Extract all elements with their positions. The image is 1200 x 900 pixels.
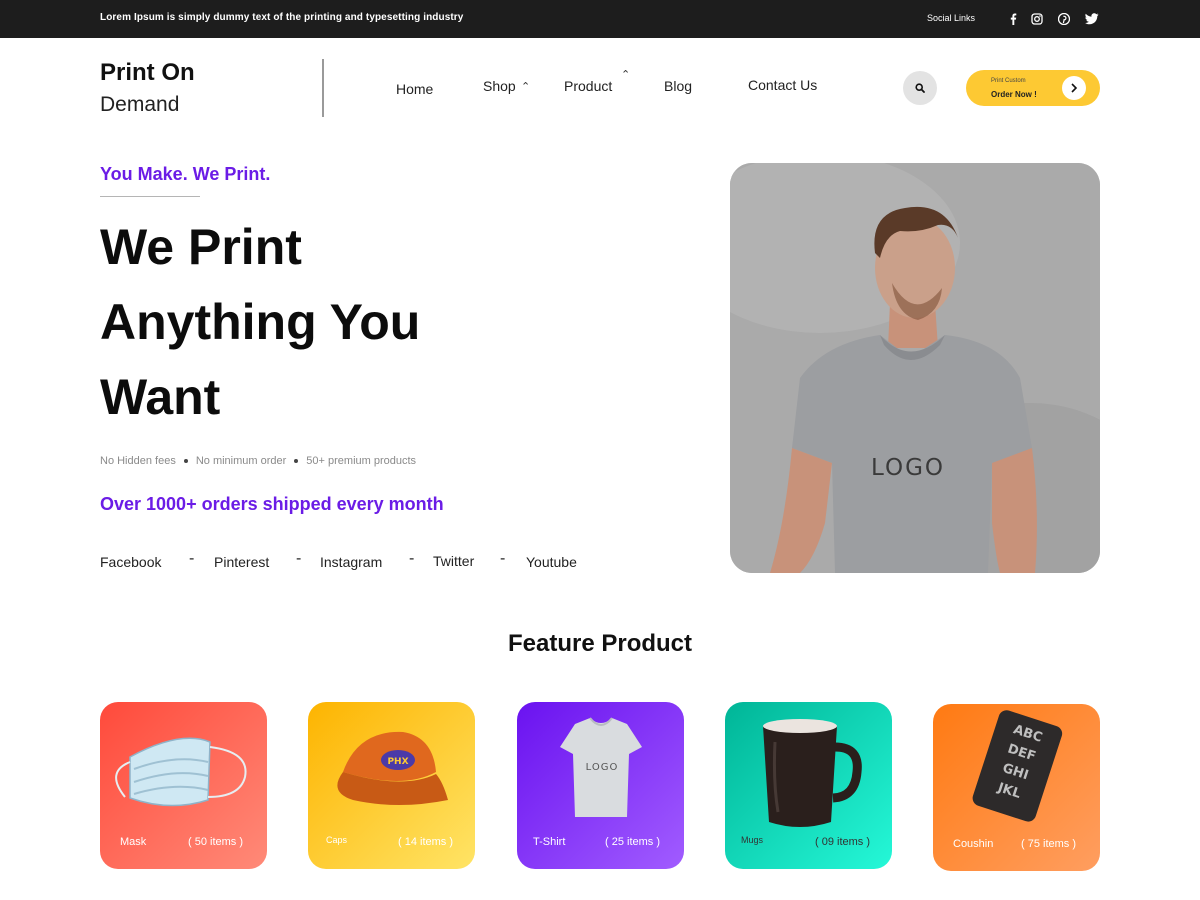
top-bar: Lorem Ipsum is simply dummy text of the … (0, 0, 1200, 38)
section-title: Feature Product (507, 630, 693, 657)
product-count: ( 14 items ) (398, 836, 454, 848)
hero-link-facebook[interactable]: Facebook (100, 554, 161, 570)
shirt-logo-text: LOGO (871, 455, 945, 481)
hero-link-pinterest[interactable]: Pinterest (214, 554, 269, 570)
link-separator: - (296, 550, 302, 567)
hero-link-instagram[interactable]: Instagram (320, 554, 382, 570)
orders-stat: Over 1000+ orders shipped every month (100, 494, 444, 514)
hero-features: No Hidden fees No minimum order 50+ prem… (100, 455, 416, 467)
search-button[interactable] (903, 71, 937, 105)
link-separator: - (500, 550, 506, 567)
bullet-dot (294, 459, 299, 463)
hero-link-youtube[interactable]: Youtube (526, 554, 577, 570)
feature-item: No minimum order (195, 455, 287, 467)
t-shirt-logo-text: LOGO (586, 762, 619, 773)
order-button-label: Order Now ! (991, 90, 1037, 99)
product-count: ( 75 items ) (1021, 838, 1077, 850)
feature-item: No Hidden fees (100, 455, 176, 467)
product-card-mugs[interactable]: Mugs ( 09 items ) (725, 702, 892, 869)
product-card-caps[interactable]: PHX Caps ( 14 items ) (308, 702, 475, 869)
product-name: Mask (120, 836, 147, 848)
product-name: Mugs (741, 835, 764, 845)
product-name: Caps (326, 835, 348, 845)
nav-blog[interactable]: Blog (664, 78, 692, 94)
social-links-label: Social Links (927, 13, 976, 23)
hero-title-line-2: Anything You (100, 294, 421, 350)
arrow-right-icon (1062, 76, 1086, 100)
feature-item: 50+ premium products (306, 455, 417, 467)
product-card-coushin[interactable]: ABC DEF GHI JKL Coushin ( 75 items ) (933, 704, 1100, 871)
hero-title-line-1: We Print (100, 219, 302, 275)
hero-model-image: LOGO (730, 163, 1100, 573)
top-bar-tagline: Lorem Ipsum is simply dummy text of the … (100, 12, 464, 23)
product-card-t-shirt[interactable]: LOGO T-Shirt ( 25 items ) (517, 702, 684, 869)
logo-line-1: Print On (100, 59, 195, 86)
search-icon (915, 83, 925, 93)
product-count: ( 25 items ) (605, 836, 661, 848)
instagram-icon[interactable] (1029, 11, 1045, 27)
kicker-underline (100, 196, 200, 197)
hero-kicker: You Make. We Print. (100, 164, 271, 184)
hero-title: We Print Anything You Want (100, 210, 620, 435)
bullet-dot (183, 459, 188, 463)
product-name: Coushin (953, 838, 994, 850)
svg-text:PHX: PHX (387, 757, 408, 767)
chevron-up-icon[interactable]: ⌃ (621, 68, 630, 81)
nav-contact-us[interactable]: Contact Us (748, 77, 817, 93)
nav-product[interactable]: Product (564, 78, 612, 94)
order-now-button[interactable]: Print Custom Order Now ! (966, 70, 1100, 106)
product-count: ( 50 items ) (188, 836, 244, 848)
header-divider (322, 59, 324, 117)
logo-line-2: Demand (100, 93, 180, 116)
pinterest-icon[interactable] (1056, 11, 1072, 27)
chevron-up-icon[interactable]: ⌃ (521, 80, 530, 93)
link-separator: - (189, 550, 195, 567)
nav-shop[interactable]: Shop (483, 78, 516, 94)
site-logo[interactable]: Print On Demand (100, 58, 195, 122)
product-count: ( 09 items ) (815, 836, 871, 848)
order-button-subtitle: Print Custom (991, 78, 1026, 84)
facebook-icon[interactable] (1005, 11, 1021, 27)
twitter-icon[interactable] (1084, 11, 1100, 27)
link-separator: - (409, 550, 415, 567)
hero-title-line-3: Want (100, 369, 221, 425)
product-name: T-Shirt (533, 836, 566, 848)
hero-link-twitter[interactable]: Twitter (433, 553, 474, 569)
nav-home[interactable]: Home (396, 81, 433, 97)
product-card-mask[interactable]: Mask ( 50 items ) (100, 702, 267, 869)
